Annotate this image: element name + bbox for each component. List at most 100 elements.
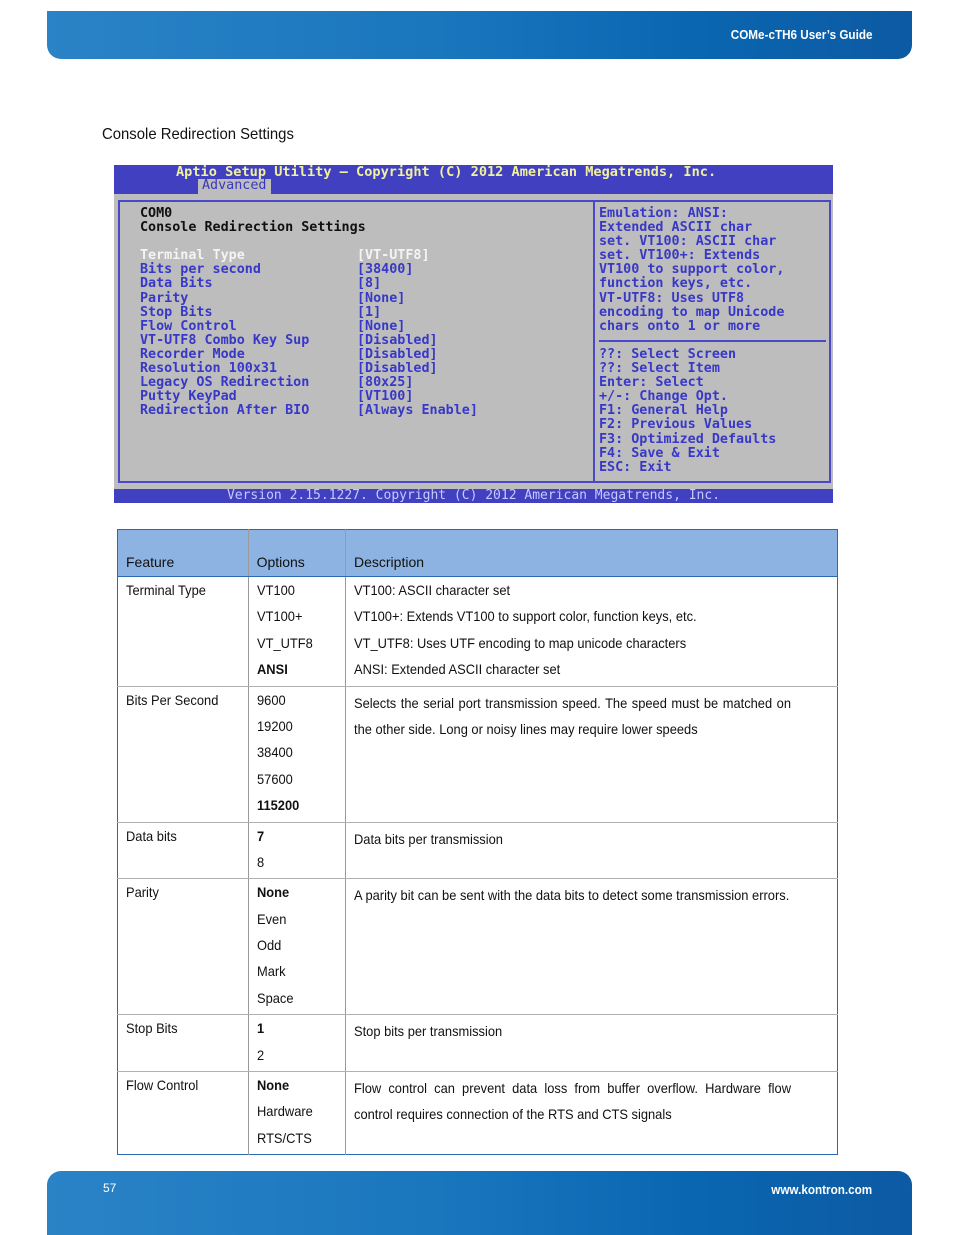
feature-cell: Terminal Type [117, 576, 249, 687]
option-value: 2 [256, 1046, 264, 1063]
document-title: COMe-cTH6 User’s Guide [730, 27, 872, 42]
option-value: VT100+ [256, 608, 303, 625]
bios-help-line: VT-UTF8: Uses UTF8 [599, 290, 745, 306]
description-text: Stop bits per transmission [354, 1023, 503, 1040]
bios-setting-row[interactable]: Data Bits [8] [140, 277, 478, 291]
options-cell: None Hardware RTS/CTS [248, 1071, 347, 1155]
description-line: VT100+: Extends VT100 to support color, … [354, 608, 697, 625]
option-value: VT_UTF8 [256, 634, 313, 651]
description-line: ANSI: Extended ASCII character set [354, 661, 561, 678]
bios-setting-row[interactable]: Stop Bits [1] [140, 304, 478, 320]
bios-setting-value[interactable]: [None] [357, 319, 405, 334]
option-value: Mark [256, 963, 286, 980]
options-cell: 9600 19200 38400 57600 115200 [248, 686, 347, 823]
option-default: ANSI [256, 661, 288, 678]
table-row: Stop Bits 1 2 Stop bits per transmission [117, 1014, 838, 1073]
header-feature: Feature [117, 529, 249, 577]
option-value: Space [256, 989, 294, 1006]
section-title: Console Redirection Settings [102, 126, 294, 143]
bios-title-bar: Aptio Setup Utility – Copyright (C) 2012… [114, 165, 833, 194]
bios-setting-row[interactable]: Resolution 100x31 [Disabled] [140, 361, 478, 376]
option-value: Odd [256, 937, 281, 954]
feature-cell: Stop Bits [117, 1014, 249, 1073]
bios-setting-value[interactable]: [None] [357, 291, 405, 306]
table-row: Parity None Even Odd Mark Space A parity bit c… [117, 878, 838, 1016]
website-link[interactable]: www.kontron.com [771, 1182, 872, 1197]
bios-setting-row[interactable]: Parity [None] [140, 291, 478, 306]
bios-help-divider [599, 340, 826, 342]
bios-help-panel: Emulation: ANSI: Extended ASCII char set. … [599, 206, 785, 334]
bios-setting-value[interactable]: [1] [357, 305, 381, 320]
option-value: 38400 [256, 744, 293, 761]
option-value: 9600 [256, 691, 286, 708]
bios-help-line: set. VT100: ASCII char [599, 234, 777, 250]
bios-setting-value[interactable]: [8] [357, 276, 381, 291]
option-value: 57600 [256, 770, 293, 787]
bios-settings-panel: COM0 Console Redirection Settings Termin… [140, 206, 478, 418]
bios-help-line: Emulation: ANSI: [599, 206, 728, 221]
description-text: Flow control can prevent data loss from … [354, 1080, 791, 1123]
description-cell: A parity bit can be sent with the data b… [345, 878, 838, 1016]
bios-setting-row[interactable]: Redirection After BIO [Always Enable] [140, 404, 478, 418]
feature-cell: Flow Control [117, 1071, 249, 1155]
feature-name: Bits Per Second [126, 691, 219, 708]
bios-setting-row[interactable]: Recorder Mode [Disabled] [140, 347, 478, 362]
table-row: Bits Per Second 9600 19200 38400 57600 115200… [117, 686, 838, 823]
settings-table: Feature Options Description Terminal Typ… [117, 529, 838, 1156]
header-description: Description [345, 529, 838, 577]
bios-setting-value[interactable]: [Disabled] [357, 361, 438, 376]
bios-key-line: F2: Previous Values [599, 417, 753, 433]
bios-panel-divider [593, 200, 595, 483]
bios-setting-value[interactable]: [80x25] [357, 375, 413, 390]
table-row: Terminal Type VT100 VT100+ VT_UTF8 ANSI VT100… [117, 576, 838, 687]
option-default: 1 [256, 1020, 264, 1037]
bios-footer: Version 2.15.1227. Copyright (C) 2012 Am… [114, 489, 833, 503]
bios-heading: Console Redirection Settings [140, 220, 366, 236]
feature-name: Stop Bits [126, 1020, 178, 1037]
option-value: 8 [256, 853, 264, 870]
feature-cell: Data bits [117, 822, 249, 880]
bios-setting-value[interactable]: [Disabled] [357, 333, 438, 348]
bios-tab-advanced: Advanced [198, 178, 271, 194]
bios-setting-row[interactable]: Flow Control [None] [140, 319, 478, 334]
option-value: RTS/CTS [256, 1129, 312, 1146]
description-cell: Selects the serial port transmission spe… [345, 686, 838, 823]
feature-name: Parity [126, 884, 159, 901]
description-line: VT_UTF8: Uses UTF encoding to map unicod… [354, 634, 687, 651]
bios-screenshot: Aptio Setup Utility – Copyright (C) 2012… [114, 165, 833, 503]
header-options: Options [248, 529, 347, 577]
bios-help-line: Extended ASCII char [599, 220, 753, 236]
bios-key-line: ??: Select Screen [599, 347, 737, 362]
bios-setting-value[interactable]: [Disabled] [357, 347, 438, 362]
option-default: 7 [256, 827, 264, 844]
bios-help-line: encoding to map Unicode [599, 304, 785, 320]
bios-setting-value[interactable]: [Always Enable] [357, 403, 478, 418]
bios-key-legend: ??: Select Screen??: Select Item Enter: S… [599, 347, 776, 475]
bios-setting-row[interactable]: VT-UTF8 Combo Key Sup [Disabled] [140, 333, 478, 348]
bios-setting-label: Stop Bits [140, 304, 213, 320]
options-cell: None Even Odd Mark Space [248, 878, 347, 1016]
description-cell: Stop bits per transmission [345, 1014, 838, 1073]
option-value: 19200 [256, 717, 293, 734]
bios-setting-row[interactable]: Legacy OS Redirection [80x25] [140, 376, 478, 390]
bios-key-line: F4: Save & Exit [599, 445, 720, 461]
feature-name: Flow Control [126, 1077, 199, 1094]
options-cell: 12 [248, 1014, 347, 1073]
options-cell: VT100 VT100+ VT_UTF8 ANSI [248, 576, 347, 687]
bios-setting-label: Data Bits [140, 276, 213, 292]
description-text: Data bits per transmission [354, 830, 503, 847]
bios-port: COM0 [140, 206, 173, 221]
table-row: Data bits 7 8 Data bits per transmission [117, 822, 838, 880]
bios-setting-value[interactable]: [VT100] [357, 389, 413, 404]
table-header-row: Feature Options Description [117, 529, 838, 577]
option-value: Even [256, 910, 286, 927]
option-default: None [256, 884, 289, 901]
description-line: VT100: ASCII character set [354, 582, 511, 598]
bios-key-line: ??: Select Item [599, 361, 720, 377]
option-default: None [256, 1077, 289, 1094]
feature-cell: Bits Per Second [117, 686, 249, 823]
table-row: Flow Control None Hardware RTS/CTS Flow cont… [117, 1071, 838, 1155]
bios-help-line: function keys, etc. [599, 276, 753, 292]
page-number: 57 [103, 1181, 117, 1195]
feature-name: Terminal Type [126, 582, 206, 598]
